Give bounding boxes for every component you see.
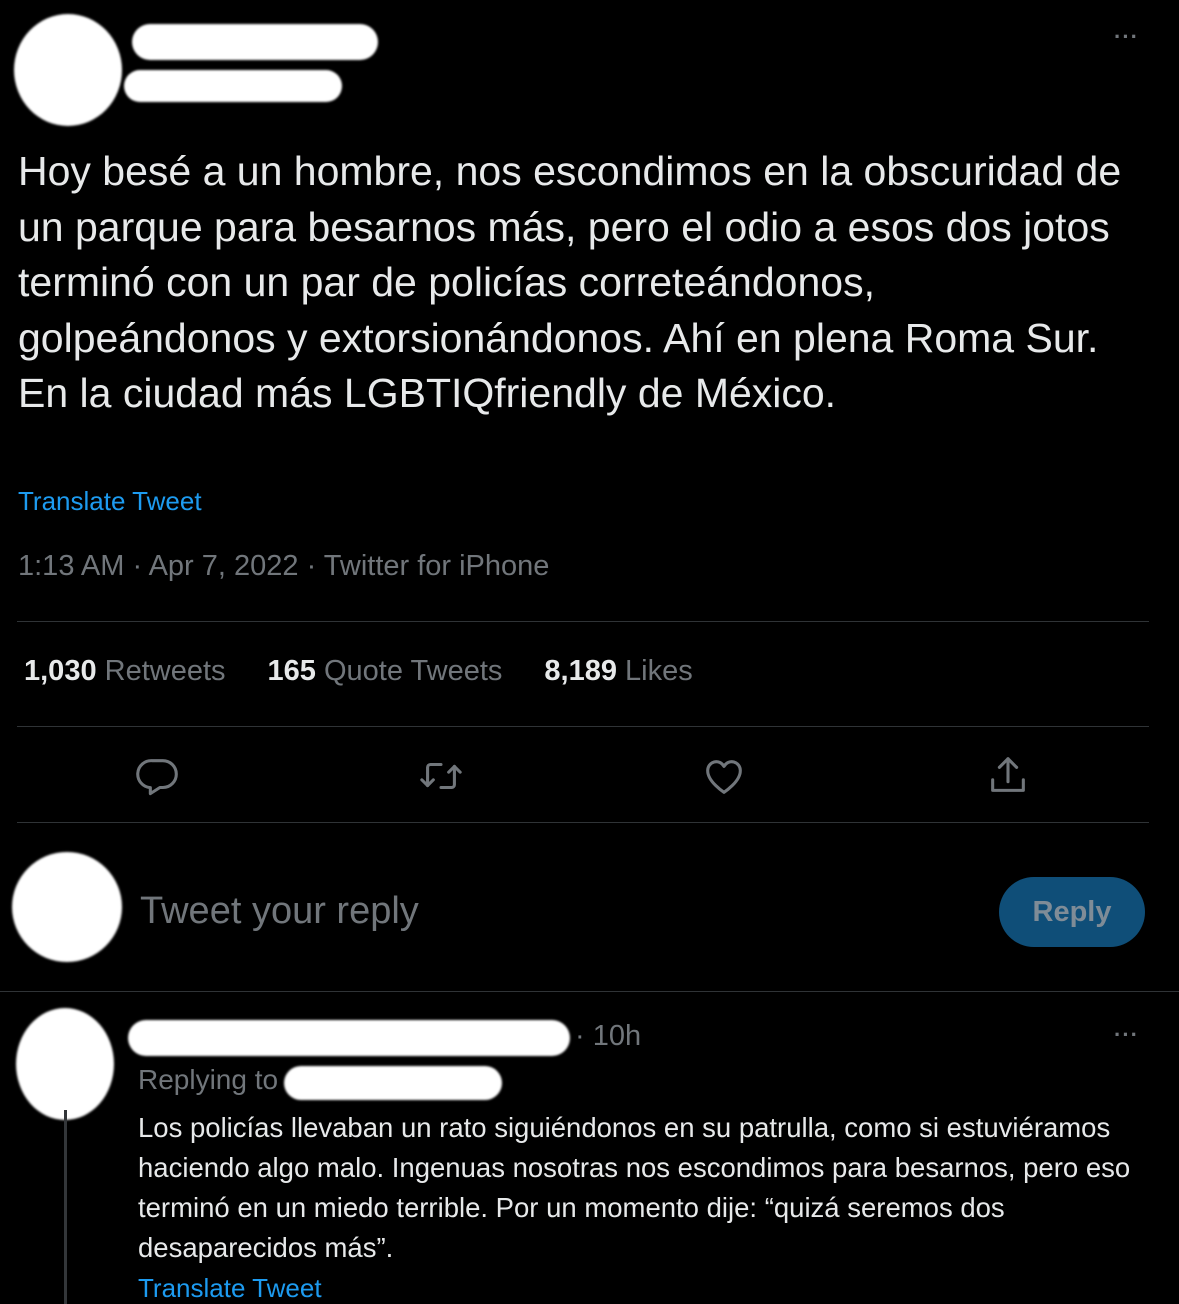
like-icon[interactable] bbox=[701, 753, 747, 799]
likes-stat[interactable]: 8,189 Likes bbox=[544, 655, 692, 688]
divider bbox=[17, 621, 1149, 622]
author-handle-redacted[interactable] bbox=[124, 70, 342, 102]
reply-input[interactable]: Tweet your reply bbox=[140, 890, 419, 933]
reply-more-options-icon[interactable]: ··· bbox=[1114, 1022, 1139, 1048]
reply-icon[interactable] bbox=[135, 753, 181, 799]
retweets-count: 1,030 bbox=[24, 655, 97, 687]
thread-line bbox=[64, 1110, 67, 1304]
retweet-icon[interactable] bbox=[418, 753, 464, 799]
quotes-count: 165 bbox=[267, 655, 316, 687]
divider bbox=[17, 822, 1149, 823]
tweet-meta: 1:13 AM · Apr 7, 2022 · Twitter for iPho… bbox=[18, 550, 550, 582]
reply-text: Los policías llevaban un rato siguiéndon… bbox=[138, 1112, 1131, 1263]
tweet-stats: 1,030 Retweets 165 Quote Tweets 8,189 Li… bbox=[24, 655, 735, 688]
translate-tweet-link[interactable]: Translate Tweet bbox=[18, 486, 202, 517]
likes-label: Likes bbox=[625, 655, 693, 687]
divider bbox=[17, 726, 1149, 727]
author-avatar[interactable] bbox=[14, 14, 122, 126]
user-avatar[interactable] bbox=[12, 852, 122, 962]
reply-translate-link[interactable]: Translate Tweet bbox=[138, 1273, 322, 1304]
quotes-label: Quote Tweets bbox=[323, 655, 503, 687]
reply-author-name-redacted[interactable] bbox=[128, 1020, 570, 1056]
more-options-icon[interactable]: ··· bbox=[1114, 24, 1139, 50]
likes-count: 8,189 bbox=[544, 655, 617, 687]
share-icon[interactable] bbox=[985, 753, 1031, 799]
reply-author-avatar[interactable] bbox=[16, 1008, 114, 1120]
retweets-label: Retweets bbox=[104, 655, 226, 687]
divider bbox=[0, 991, 1179, 992]
author-name-redacted[interactable] bbox=[132, 24, 378, 60]
tweet-text: Hoy besé a un hombre, nos escondimos en … bbox=[18, 148, 1122, 416]
quote-tweets-stat[interactable]: 165 Quote Tweets bbox=[268, 655, 503, 688]
reply-timestamp[interactable]: · 10h bbox=[575, 1020, 641, 1053]
replying-to-label: Replying to bbox=[138, 1064, 279, 1095]
reply-button[interactable]: Reply bbox=[999, 877, 1145, 947]
replying-to-handle-redacted[interactable] bbox=[284, 1066, 502, 1100]
retweets-stat[interactable]: 1,030 Retweets bbox=[24, 655, 226, 688]
